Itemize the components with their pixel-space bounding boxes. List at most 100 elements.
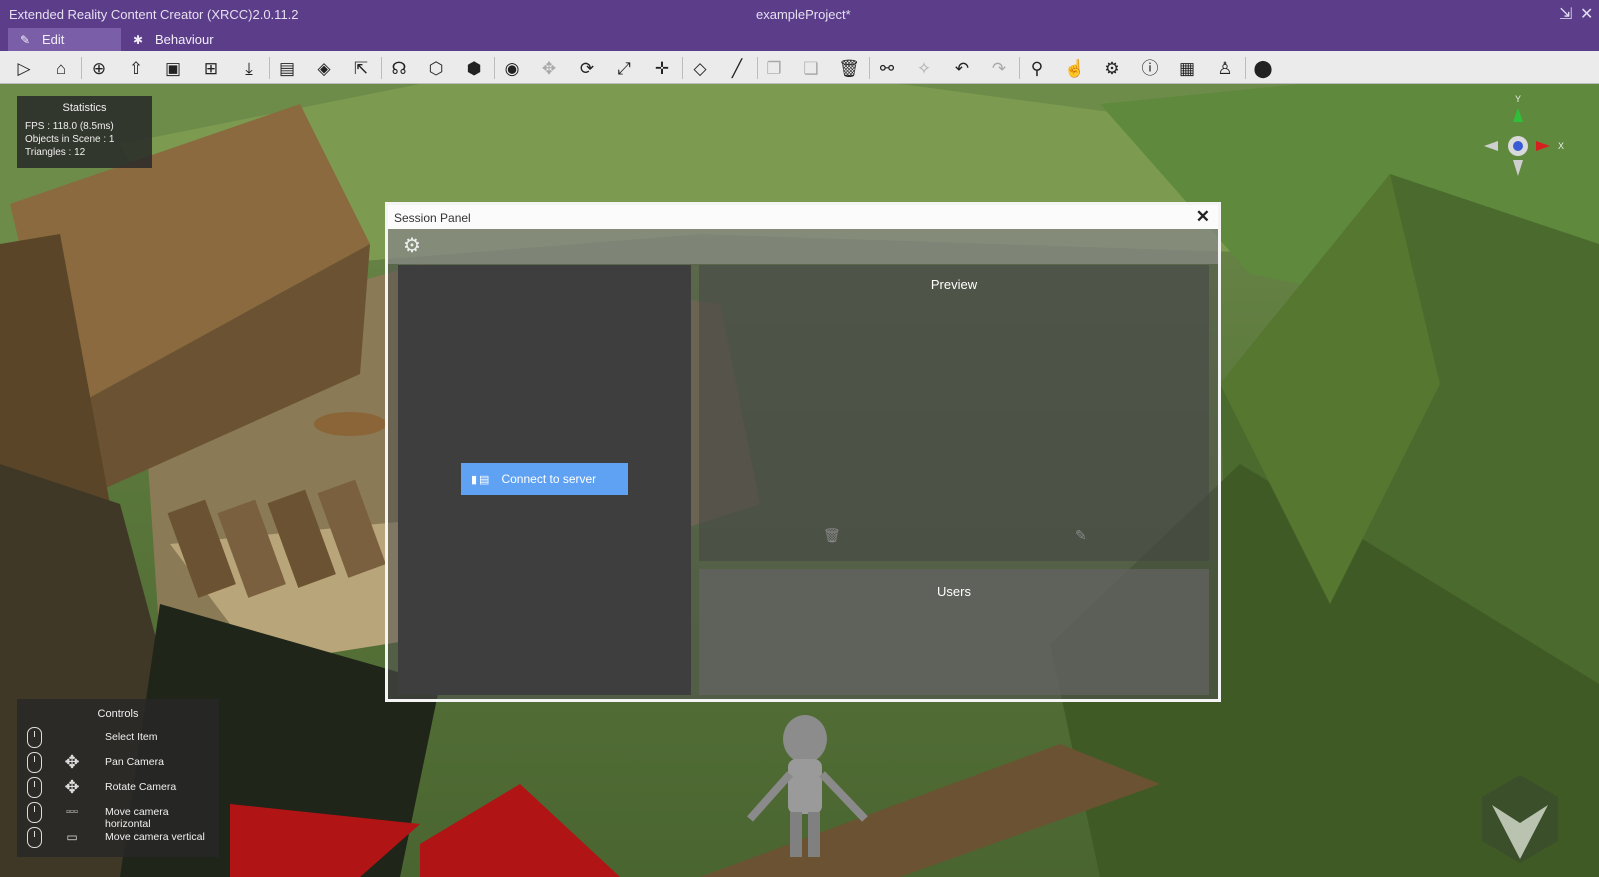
control-label: Select Item (105, 731, 158, 743)
users-section: Users (699, 569, 1209, 695)
mouse-right-icon (27, 777, 42, 798)
gizmo-neg-y-axis[interactable] (1513, 160, 1523, 176)
save-as-icon[interactable]: ⊞ (200, 57, 222, 79)
play-icon[interactable]: ▷ (13, 57, 35, 79)
statistics-title: Statistics (62, 102, 107, 114)
control-label: Rotate Camera (105, 781, 177, 793)
cube-outline-icon[interactable]: ⬡ (425, 57, 447, 79)
tab-bar: ✎ Edit ✱ Behaviour (0, 28, 1599, 51)
orientation-gizmo[interactable]: Y X (1478, 94, 1568, 184)
fps-readout: FPS : 118.0 (8.5ms) (25, 121, 114, 132)
app-window: Extended Reality Content Creator (XRCC)2… (0, 0, 1599, 877)
gizmo-neg-x-axis[interactable] (1484, 141, 1498, 151)
avatar-icon[interactable]: ♙ (1214, 57, 1236, 79)
unlink-icon[interactable]: ✧ (913, 57, 935, 79)
session-icon[interactable]: ▦ (1176, 57, 1198, 79)
move-arrows-icon: ✥ (64, 777, 80, 797)
close-icon[interactable]: ✕ (1196, 207, 1210, 227)
redo-icon[interactable]: ↷ (988, 57, 1010, 79)
toolbar-separator (381, 57, 382, 79)
toolbar-separator (81, 57, 82, 79)
model-library-icon[interactable]: ▤ (276, 57, 298, 79)
voice-icon[interactable]: ☊ (388, 57, 410, 79)
move-arrows-icon: ✥ (64, 752, 80, 772)
tab-behaviour-label: Behaviour (155, 32, 214, 47)
interaction-icon[interactable]: ☝ (1064, 57, 1086, 79)
move-icon[interactable]: ✥ (538, 57, 560, 79)
control-row: ▫▫▫ Move camera horizontal (27, 802, 217, 830)
project-title: exampleProject* (756, 7, 851, 22)
link-icon[interactable]: ⚯ (876, 57, 898, 79)
tab-behaviour[interactable]: ✱ Behaviour (121, 28, 261, 51)
mouse-right-icon (27, 802, 42, 823)
add-cube-icon[interactable]: ⬢ (463, 57, 485, 79)
control-row: Select Item (27, 727, 217, 749)
control-row: ▭ Move camera vertical (27, 827, 217, 849)
xrcc-logo (1480, 775, 1560, 865)
gizmo-x-label: X (1558, 141, 1564, 151)
copy-icon[interactable]: ❐ (763, 57, 785, 79)
scale-icon[interactable]: ⤢ (613, 57, 635, 79)
close-icon[interactable]: ✕ (1580, 4, 1593, 24)
mouse-middle-icon (27, 752, 42, 773)
title-bar: Extended Reality Content Creator (XRCC)2… (0, 0, 1599, 28)
toolbar-separator (1019, 57, 1020, 79)
object-icon[interactable]: ◇ (689, 57, 711, 79)
mouse-right-icon (27, 827, 42, 848)
preview-title: Preview (930, 277, 978, 292)
space-key-icon: ▭ (66, 830, 78, 844)
tab-edit[interactable]: ✎ Edit (8, 28, 121, 51)
app-title: Extended Reality Content Creator (XRCC)2… (9, 7, 299, 22)
home-icon[interactable]: ⌂ (50, 57, 72, 79)
toolbar-separator (869, 57, 870, 79)
undo-icon[interactable]: ↶ (951, 57, 973, 79)
gizmo-y-label: Y (1515, 94, 1521, 104)
settings-icon[interactable]: ⚙ (1101, 57, 1123, 79)
open-project-icon[interactable]: ⇧ (125, 57, 147, 79)
toolbar-separator (682, 57, 683, 79)
visibility-icon[interactable]: ◉ (501, 57, 523, 79)
gizmo-z-axis[interactable] (1513, 141, 1523, 151)
line-icon[interactable]: ╱ (726, 57, 748, 79)
wasd-keys-icon: ▫▫▫ (66, 806, 78, 818)
control-row: ✥ Pan Camera (27, 752, 217, 774)
session-panel-title: Session Panel (394, 211, 471, 225)
gear-icon: ✱ (133, 33, 144, 47)
toolbar-separator (757, 57, 758, 79)
info-icon[interactable]: ⓘ (1139, 57, 1161, 79)
import-icon[interactable]: ⤓ (238, 57, 260, 79)
rotate-icon[interactable]: ⟳ (576, 57, 598, 79)
gizmo-y-axis[interactable] (1513, 108, 1523, 122)
objects-readout: Objects in Scene : 1 (25, 134, 115, 145)
restore-icon[interactable]: ⇲ (1559, 4, 1572, 24)
session-panel: Session Panel ✕ ⚙ ▮▤ Connect to server P… (385, 202, 1221, 702)
share-icon[interactable]: ⚲ (1026, 57, 1048, 79)
statistics-panel: Statistics FPS : 118.0 (8.5ms) Objects i… (17, 96, 152, 168)
toolbar: ▷ ⌂ ⊕ ⇧ ▣ ⊞ ⤓ ▤ ◈ ⇱ ☊ ⬡ ⬢ ◉ ✥ ⟳ ⤢ ✛ ◇ ╱ … (0, 51, 1599, 84)
transform-icon[interactable]: ✛ (651, 57, 673, 79)
edit-icon[interactable]: ✎ (1075, 527, 1087, 544)
server-settings-icon[interactable]: ⚙ (400, 234, 424, 258)
scene-icon[interactable]: ◈ (313, 57, 335, 79)
session-panel-titlebar: Session Panel ✕ (388, 205, 1218, 229)
toolbar-separator (1245, 57, 1246, 79)
export-icon[interactable]: ⇱ (350, 57, 372, 79)
save-icon[interactable]: ▣ (162, 57, 184, 79)
control-label: Move camera vertical (105, 831, 205, 843)
session-panel-toolbar: ⚙ (388, 229, 1218, 264)
connect-to-server-button[interactable]: ▮▤ Connect to server (461, 463, 628, 495)
tab-edit-label: Edit (42, 32, 65, 47)
delete-icon[interactable]: 🗑 (823, 527, 841, 544)
mouse-left-icon (27, 727, 42, 748)
delete-icon[interactable]: 🗑 (838, 57, 860, 79)
controls-panel: Controls Select Item ✥ Pan Camera ✥ Rota… (17, 699, 219, 857)
gizmo-x-axis[interactable] (1536, 141, 1550, 151)
server-icon: ▮▤ (471, 473, 492, 486)
users-title: Users (937, 584, 971, 599)
toolbar-separator (494, 57, 495, 79)
new-project-icon[interactable]: ⊕ (88, 57, 110, 79)
paste-icon[interactable]: ❏ (800, 57, 822, 79)
unity-icon[interactable]: ⬤ (1252, 57, 1274, 79)
edit-icon: ✎ (20, 33, 31, 47)
triangles-readout: Triangles : 12 (25, 147, 86, 158)
